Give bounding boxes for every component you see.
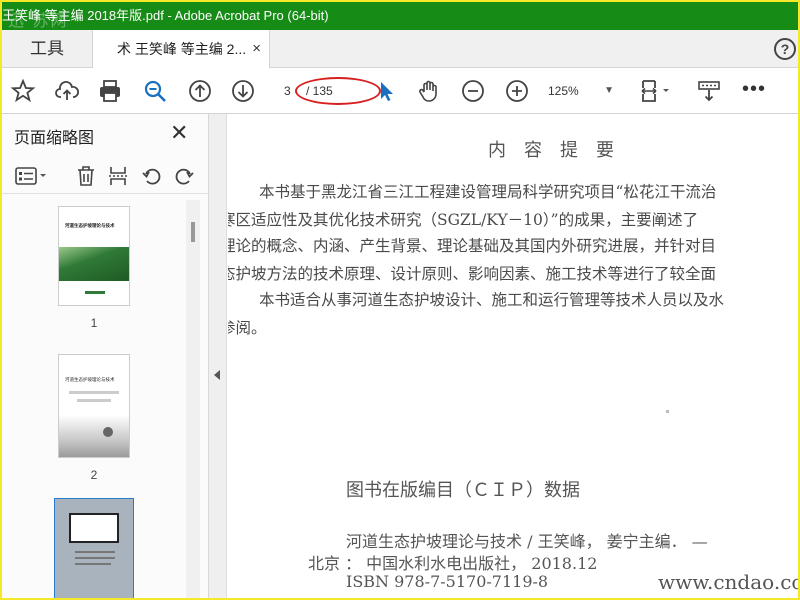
thumbnail-page-1[interactable]: 河道生态护坡理论与技术 — [58, 206, 130, 306]
text-placeholder — [75, 563, 111, 565]
thumbnail-panel: 页面缩略图 ✕ 河道生态护坡理论与技术 1 河道生态护坡理论与技术 2 — [2, 114, 209, 598]
cover-image — [59, 415, 129, 457]
paragraph-line: 参阅。 — [228, 319, 267, 337]
viewport-box — [69, 513, 119, 543]
paragraph-line: 本书基于黑龙江省三江工程建设管理局科学研究项目“松花江干流治 — [228, 183, 717, 201]
scan-mark — [666, 410, 669, 413]
rotate-right-icon[interactable] — [172, 164, 196, 188]
select-cursor-icon[interactable] — [374, 78, 400, 104]
rotate-left-icon[interactable] — [140, 164, 164, 188]
title-bar: 王笑峰 等主编 2018年版.pdf - Adobe Acrobat Pro (… — [2, 2, 798, 30]
scrollbar-thumb[interactable] — [191, 222, 195, 242]
publisher-logo — [103, 427, 113, 437]
text-placeholder — [77, 399, 111, 402]
help-icon[interactable]: ? — [774, 38, 796, 60]
zoom-out-icon[interactable] — [460, 78, 486, 104]
text-placeholder — [69, 391, 119, 394]
text-placeholder — [75, 551, 115, 553]
collapse-arrow-icon[interactable] — [214, 370, 220, 380]
tab-document-label: 术 王笑峰 等主编 2... — [117, 41, 247, 57]
thumbnail-cover-title: 河道生态护坡理论与技术 — [65, 377, 115, 382]
more-options-icon[interactable]: ••• — [742, 78, 766, 101]
page-current[interactable]: 3 — [284, 80, 291, 102]
main-toolbar: 3 / 135 125% ▼ ••• — [2, 68, 798, 114]
document-view[interactable]: 内容提要 本书基于黑龙江省三江工程建设管理局科学研究项目“松花江干流治 寒区适应… — [228, 114, 798, 598]
watermark-overlay: 迅 苏网 — [8, 13, 69, 30]
cip-line: 北京 ： 中国水利水电出版社， 2018.12 — [308, 554, 598, 573]
annotation-ellipse — [295, 77, 381, 105]
zoom-select[interactable]: 125% ▼ — [548, 80, 618, 102]
close-panel-icon[interactable]: ✕ — [170, 120, 188, 146]
thumbnail-page-3[interactable] — [54, 498, 134, 598]
hand-tool-icon[interactable] — [416, 78, 442, 104]
extract-pages-icon[interactable] — [106, 164, 130, 188]
options-menu-icon[interactable] — [14, 164, 50, 188]
page-heading: 内容提要 — [488, 140, 632, 161]
star-icon[interactable] — [10, 78, 36, 104]
tab-row: 工具 术 王笑峰 等主编 2... × ? — [2, 30, 798, 69]
site-watermark: www.cndao.com — [658, 570, 798, 594]
cip-line: ISBN 978-7-5170-7119-8 — [346, 572, 549, 591]
paragraph-line: 本书适合从事河道生态护坡设计、施工和运行管理等技术人员以及水 — [228, 291, 725, 309]
cloud-upload-icon[interactable] — [54, 78, 80, 104]
cover-image — [59, 247, 129, 281]
zoom-in-icon[interactable] — [504, 78, 530, 104]
close-icon[interactable]: × — [252, 30, 261, 68]
print-icon[interactable] — [97, 78, 123, 104]
thumbnail-cover-title: 河道生态护坡理论与技术 — [65, 223, 115, 228]
page-display-icon[interactable] — [638, 78, 674, 104]
next-page-icon[interactable] — [230, 78, 256, 104]
scroll-mode-icon[interactable] — [696, 78, 722, 104]
text-placeholder — [75, 557, 115, 559]
panel-title: 页面缩略图 — [14, 130, 95, 147]
paragraph-line: 寒区适应性及其优化技术研究（SGZL/KY－10）”的成果，主要阐述了 — [228, 211, 699, 229]
thumbnail-label: 1 — [90, 316, 98, 330]
previous-page-icon[interactable] — [187, 78, 213, 104]
tab-document[interactable]: 术 王笑峰 等主编 2... × — [92, 30, 270, 69]
publisher-logo — [85, 291, 105, 294]
zoom-value: 125% — [548, 84, 579, 98]
thumbnail-page-2[interactable]: 河道生态护坡理论与技术 — [58, 354, 130, 458]
app-window: 王笑峰 等主编 2018年版.pdf - Adobe Acrobat Pro (… — [0, 0, 800, 600]
paragraph-line: 理论的概念、内涵、产生背景、理论基础及其国内外研究进展，并针对目 — [228, 237, 717, 255]
cip-line: 河道生态护坡理论与技术 / 王笑峰， 姜宁主编． — — [346, 532, 708, 551]
tab-tools[interactable]: 工具 — [2, 30, 92, 68]
zoom-search-icon[interactable] — [142, 78, 168, 104]
cip-title: 图书在版编目（ＣＩＰ）数据 — [346, 480, 580, 501]
paragraph-line: 态护坡方法的技术原理、设计原则、影响因素、施工技术等进行了较全面 — [228, 265, 717, 283]
panel-collapse-strip[interactable] — [209, 114, 227, 598]
thumbnail-label: 2 — [90, 468, 98, 482]
delete-icon[interactable] — [74, 164, 98, 188]
thumbnail-list: 河道生态护坡理论与技术 1 河道生态护坡理论与技术 2 — [2, 196, 208, 598]
chevron-down-icon: ▼ — [604, 85, 614, 96]
thumbnail-scrollbar[interactable] — [186, 200, 200, 598]
thumbnail-toolbar — [2, 160, 208, 194]
